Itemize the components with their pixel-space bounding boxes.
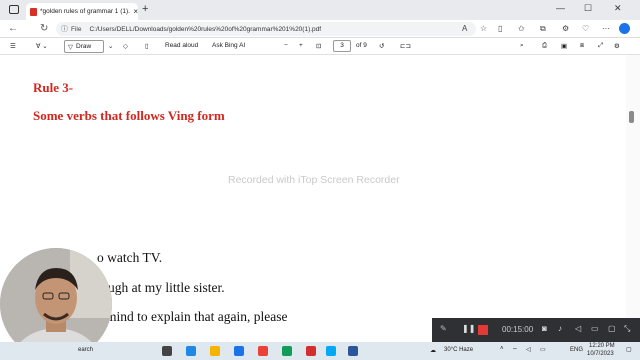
more-menu-icon[interactable]: ⋯: [602, 24, 610, 33]
file-explorer-icon[interactable]: [210, 346, 220, 356]
bing-icon[interactable]: [619, 23, 630, 34]
fullscreen-icon[interactable]: ⤢: [598, 42, 603, 50]
tab-bar: *golden rules of grammar 1 (1).p × + — ☐…: [0, 0, 640, 20]
pdf-toolbar: ☰ ∀ ⌄ ▽ Draw ⌄ ◇ ▯ Read aloud Ask Bing A…: [0, 38, 640, 55]
zoom-in-button[interactable]: +: [299, 42, 303, 49]
save-icon[interactable]: ▣: [561, 42, 567, 50]
page-total: of 9: [356, 42, 367, 49]
battery-icon[interactable]: ▭: [540, 346, 546, 353]
close-window-button[interactable]: ✕: [614, 3, 622, 14]
minimize-button[interactable]: —: [556, 3, 565, 13]
recorder-toolbar: ✎ ❚❚ 00:15:00 ◙ ♪ ◁ ▭ ▢ ⤡: [432, 318, 640, 342]
split-screen-icon[interactable]: ▯: [498, 24, 502, 33]
print-icon[interactable]: ⎙: [542, 42, 547, 50]
tab-title: *golden rules of grammar 1 (1).p: [40, 8, 131, 15]
draw-button[interactable]: ▽ Draw: [64, 40, 104, 53]
rule-subheading: Some verbs that follows Ving form: [33, 108, 225, 123]
tab-active[interactable]: *golden rules of grammar 1 (1).p ×: [26, 3, 138, 20]
read-aloud-button[interactable]: Read aloud: [165, 42, 198, 49]
tray-chevron-icon[interactable]: ˄: [500, 346, 504, 352]
read-aloud-icon[interactable]: A: [462, 24, 467, 33]
zoom-out-button[interactable]: −: [284, 42, 288, 49]
recorder-app-icon[interactable]: [306, 346, 316, 356]
ask-bing-button[interactable]: Ask Bing AI: [212, 42, 245, 49]
network-icon[interactable]: ⌔: [512, 346, 518, 354]
screenshot-icon[interactable]: ▢: [608, 324, 616, 333]
page-number-input[interactable]: 3: [333, 40, 351, 52]
address-bar-row: ← ↻ ⓘ File C:/Users/DELL/Downloads/golde…: [0, 20, 640, 38]
rotate-icon[interactable]: ↺: [379, 42, 384, 50]
app-icon-6[interactable]: [282, 346, 292, 356]
search-icon[interactable]: ⌕: [520, 42, 524, 50]
scrollbar-thumb[interactable]: [629, 111, 634, 123]
example-line-3: mind to explain that again, please: [106, 309, 288, 324]
settings-icon[interactable]: ⚙: [614, 42, 620, 50]
app-icon-8[interactable]: [326, 346, 336, 356]
draw-icon: ▽: [68, 43, 73, 51]
collections-icon[interactable]: ⧉: [540, 24, 546, 34]
tab-close-button[interactable]: ×: [133, 7, 138, 16]
draw-label: Draw: [76, 43, 92, 50]
contents-icon[interactable]: ☰: [10, 42, 16, 50]
task-view-icon[interactable]: [162, 346, 172, 356]
save-as-icon[interactable]: ⧈: [580, 42, 584, 50]
notification-icon[interactable]: ▢: [626, 346, 632, 353]
favorites-icon[interactable]: ✩: [518, 24, 525, 33]
extensions-icon[interactable]: ⚙: [562, 24, 569, 33]
volume-icon[interactable]: ◁: [526, 346, 531, 353]
microphone-icon[interactable]: ♪: [558, 324, 562, 333]
vertical-scrollbar[interactable]: [626, 55, 640, 342]
pause-icon[interactable]: ❚❚: [462, 324, 475, 333]
taskbar-search-label[interactable]: earch: [78, 347, 93, 353]
draw-dropdown-icon[interactable]: ⌄: [108, 42, 113, 50]
language-indicator[interactable]: ENG: [570, 347, 583, 353]
expand-icon[interactable]: ⤡: [624, 324, 630, 334]
page-view-icon[interactable]: ▯: [145, 42, 149, 50]
erase-icon[interactable]: ◇: [123, 42, 128, 50]
chrome-icon[interactable]: [258, 346, 268, 356]
back-icon[interactable]: ←: [8, 23, 18, 34]
two-page-icon[interactable]: ⊏⊐: [400, 42, 411, 50]
new-tab-button[interactable]: +: [142, 3, 148, 15]
refresh-icon[interactable]: ↻: [40, 23, 48, 34]
address-bar[interactable]: ⓘ File C:/Users/DELL/Downloads/golden%20…: [56, 22, 476, 36]
address-prefix: File: [71, 25, 82, 33]
rule-heading: Rule 3-: [33, 80, 74, 95]
speaker-icon[interactable]: ◁: [575, 324, 581, 333]
example-line-1: o watch TV.: [97, 250, 163, 265]
fit-page-icon[interactable]: ⊡: [316, 42, 321, 50]
pen-icon[interactable]: ✎: [440, 324, 447, 333]
taskbar: earch ☁ 30°C Haze ˄ ⌔ ◁ ▭ ENG 12:20 PM 1…: [0, 342, 640, 360]
edge-taskbar-icon[interactable]: [186, 346, 196, 356]
tab-actions-icon[interactable]: [9, 5, 19, 14]
recorder-watermark: Recorded with iTop Screen Recorder: [228, 174, 400, 186]
clock-time[interactable]: 12:20 PM: [589, 343, 615, 349]
camera-icon[interactable]: ◙: [542, 324, 547, 333]
webcam-toggle-icon[interactable]: ▭: [591, 324, 599, 333]
info-icon: ⓘ: [61, 26, 68, 33]
weather-text[interactable]: 30°C Haze: [444, 347, 473, 353]
example-line-2: ugh at my little sister.: [108, 280, 225, 295]
stop-icon[interactable]: [478, 325, 488, 335]
highlight-icon[interactable]: ∀ ⌄: [36, 42, 48, 50]
clock-date[interactable]: 10/7/2023: [587, 351, 614, 357]
url-text: C:/Users/DELL/Downloads/golden%20rules%2…: [89, 25, 322, 33]
recording-timer: 00:15:00: [502, 325, 534, 334]
favorite-star-icon[interactable]: ☆: [480, 24, 487, 33]
weather-icon: ☁: [430, 348, 436, 354]
word-icon[interactable]: [348, 346, 358, 356]
pdf-file-icon: [30, 7, 37, 16]
browser-essentials-icon[interactable]: ♡: [582, 24, 589, 33]
maximize-button[interactable]: ☐: [584, 3, 592, 14]
store-icon[interactable]: [234, 346, 244, 356]
